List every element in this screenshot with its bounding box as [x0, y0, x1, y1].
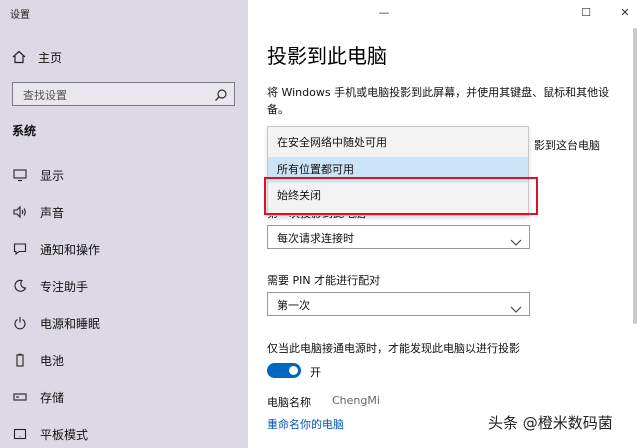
- search-placeholder: 查找设置: [23, 89, 67, 102]
- sidebar-item-sound[interactable]: 声音: [12, 201, 237, 223]
- sidebar-item-battery[interactable]: 电池: [12, 349, 237, 371]
- pc-name-value: ChengMi: [332, 394, 380, 407]
- battery-icon: [12, 352, 28, 368]
- sidebar-item-label: 电池: [40, 353, 65, 368]
- sidebar-item-storage[interactable]: 存储: [12, 386, 237, 408]
- sidebar-item-home[interactable]: 主页: [12, 48, 62, 66]
- page-description: 将 Windows 手机或电脑投影到此屏幕，并使用其键盘、鼠标和其他设备。: [267, 86, 610, 116]
- section-title: 系统: [12, 124, 37, 138]
- sidebar-item-power-sleep[interactable]: 电源和睡眠: [12, 312, 237, 334]
- toggle-knob: [289, 366, 298, 375]
- chevron-down-icon: [510, 232, 522, 246]
- close-button[interactable]: ✕: [617, 6, 633, 19]
- pin-label: 需要 PIN 才能进行配对: [267, 274, 381, 287]
- window-title: 设置: [10, 10, 30, 21]
- power-toggle[interactable]: [267, 363, 301, 378]
- sidebar-item-label: 平板模式: [40, 427, 89, 442]
- dropdown-value: 第一次: [277, 299, 310, 312]
- pc-name-label: 电脑名称: [267, 396, 311, 409]
- watermark: 头条 @橙米数码菌: [488, 414, 613, 432]
- page-title: 投影到此电脑: [267, 44, 387, 68]
- maximize-button[interactable]: ☐: [578, 6, 594, 19]
- main-content: — ☐ ✕ 投影到此电脑 将 Windows 手机或电脑投影到此屏幕，并使用其键…: [248, 0, 640, 448]
- tablet-icon: [12, 426, 28, 442]
- dropdown-value: 每次请求连接时: [277, 232, 354, 245]
- search-input[interactable]: 查找设置: [12, 82, 235, 106]
- sidebar-item-display[interactable]: 显示: [12, 164, 237, 186]
- message-icon: [12, 241, 28, 257]
- sidebar-item-focus-assist[interactable]: 专注助手: [12, 275, 237, 297]
- sidebar-item-label: 专注助手: [40, 279, 89, 294]
- dropdown-option-secure-network[interactable]: 在安全网络中随处可用: [268, 130, 528, 156]
- minimize-button[interactable]: —: [376, 6, 392, 19]
- highlight-box: [264, 177, 538, 215]
- scrollbar[interactable]: [633, 28, 637, 324]
- moon-icon: [12, 278, 28, 294]
- sidebar-item-label: 主页: [38, 50, 63, 65]
- ask-to-project-dropdown[interactable]: 每次请求连接时: [267, 225, 530, 249]
- sidebar-item-label: 声音: [40, 205, 65, 220]
- sidebar: 设置 主页 查找设置 系统 显示 声音 通知和操作 专注助手 电源和睡眠 电池 …: [0, 0, 248, 448]
- power-label: 仅当此电脑接通电源时，才能发现此电脑以进行投影: [267, 342, 520, 355]
- sidebar-item-notifications[interactable]: 通知和操作: [12, 238, 237, 260]
- power-icon: [12, 315, 28, 331]
- sidebar-item-label: 存储: [40, 390, 65, 405]
- sidebar-item-label: 显示: [40, 168, 65, 183]
- monitor-icon: [12, 167, 28, 183]
- chevron-down-icon: [510, 299, 522, 313]
- search-icon: [214, 87, 228, 101]
- drive-icon: [12, 389, 28, 405]
- setting-label-partial: 影到这台电脑: [534, 139, 600, 152]
- sidebar-item-tablet-mode[interactable]: 平板模式: [12, 423, 237, 445]
- rename-pc-link[interactable]: 重命名你的电脑: [267, 416, 344, 432]
- sidebar-item-label: 电源和睡眠: [40, 316, 101, 331]
- sidebar-item-label: 通知和操作: [40, 242, 101, 257]
- home-icon: [12, 50, 28, 64]
- toggle-state-label: 开: [310, 366, 321, 379]
- speaker-icon: [12, 204, 28, 220]
- pin-dropdown[interactable]: 第一次: [267, 292, 530, 316]
